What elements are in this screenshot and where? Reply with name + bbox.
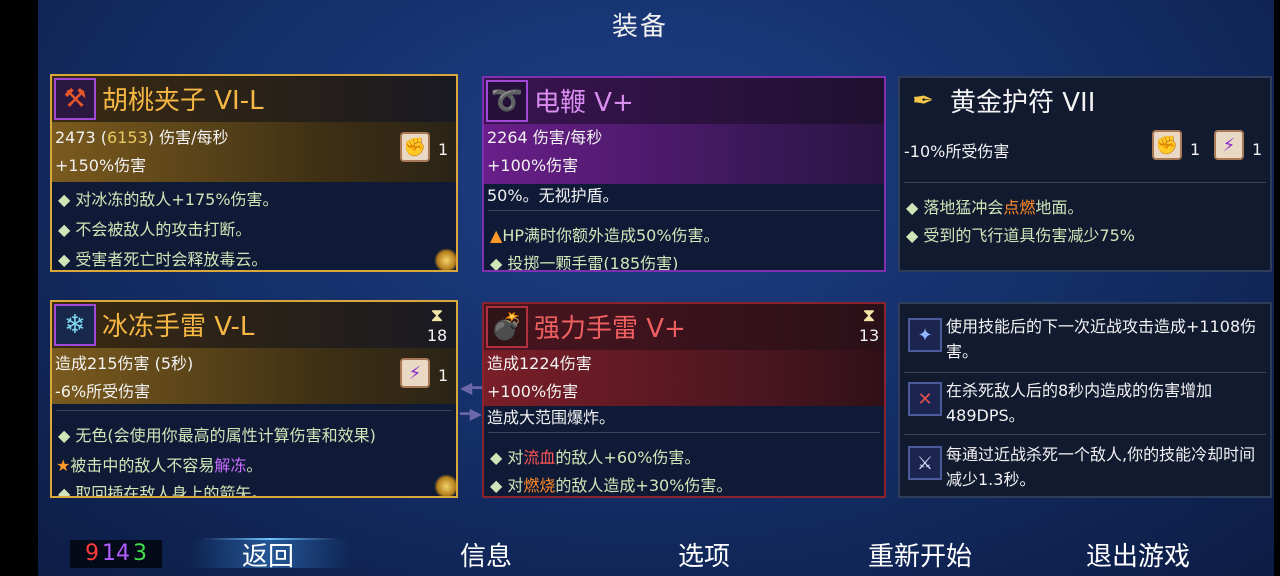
cooldown: ⧗ 18 <box>424 305 450 346</box>
hourglass-icon: ⧗ <box>862 305 876 326</box>
mutation-text: 在杀死敌人后的8秒内造成的伤害增加489DPS。 <box>946 381 1213 425</box>
affix-line: ◆ 受害者死亡时会释放毒云。 <box>58 250 268 269</box>
item-name: 电鞭 V+ <box>534 88 634 118</box>
affix-line: ◆ 取回插在敌人身上的箭矢。 <box>58 484 268 498</box>
affix-line: ◆ 受到的飞行道具伤害减少75% <box>906 226 1135 245</box>
item-name: 黄金护符 VII <box>950 88 1096 118</box>
melee-cooldown-icon: ⚔ <box>908 446 942 480</box>
item-dps: 2473 (6153) 伤害/每秒 <box>55 128 229 147</box>
left-letterbox <box>0 0 38 576</box>
nutcracker-weapon-icon: ⚒ <box>54 78 96 120</box>
affix-line: ◆ 对燃烧的敌人造成+30%伤害。 <box>490 476 733 495</box>
brutality-scroll-icon: ✊ <box>400 132 430 162</box>
swap-right-arrow-icon: ━▶ <box>460 404 482 423</box>
survival-stat: 3 <box>133 541 147 566</box>
divider <box>904 434 1266 435</box>
equipment-card-skill-2[interactable]: 💣 强力手雷 V+ ⧗ 13 造成1224伤害 +100%伤害 造成大范围爆炸。 … <box>482 302 886 498</box>
divider <box>488 210 880 211</box>
right-letterbox <box>1274 0 1280 576</box>
combo-skill-icon: ✦ <box>908 318 942 352</box>
menu-options-button[interactable]: 选项 <box>678 536 730 573</box>
equipment-card-secondary-weapon[interactable]: ➰ 电鞭 V+ 2264 伤害/每秒 +100%伤害 50%。无视护盾。 ▲HP… <box>482 76 886 272</box>
affix-line: ◆ 不会被敌人的攻击打断。 <box>58 220 252 239</box>
brutality-scroll-icon: ✊ <box>1152 130 1182 160</box>
affix-line: ★被击中的敌人不容易解冻。 <box>56 456 263 475</box>
mutation-text: 每通过近战杀死一个敌人,你的技能冷却时间减少1.3秒。 <box>946 445 1256 489</box>
equipment-card-skill-1[interactable]: ❄ 冰冻手雷 V-L ⧗ 18 造成215伤害 (5秒) -6%所受伤害 ⚡ 1 … <box>50 300 458 498</box>
item-name: 强力手雷 V+ <box>534 314 686 344</box>
kill-rhythm-icon: ✕ <box>908 382 942 416</box>
golden-amulet-icon: ✒ <box>912 86 934 116</box>
menu-back-button[interactable]: 返回 <box>242 536 294 573</box>
affix-line: ▲HP满时你额外造成50%伤害。 <box>490 226 720 245</box>
equipment-card-amulet[interactable]: ✒ 黄金护符 VII -10%所受伤害 ✊ 1 ⚡ 1 ◆ 落地猛冲会点燃地面。… <box>898 76 1272 272</box>
item-effect: 50%。无视护盾。 <box>487 186 619 205</box>
stats-display: 9 14 3 <box>70 540 162 568</box>
item-damage: 造成1224伤害 <box>487 354 592 373</box>
affix-line: ◆ 对流血的敌人+60%伤害。 <box>490 448 701 467</box>
divider <box>56 410 452 411</box>
menu-quit-button[interactable]: 退出游戏 <box>1086 536 1190 573</box>
item-damage-bonus: +100%伤害 <box>487 382 579 401</box>
cooldown: ⧗ 13 <box>856 305 882 346</box>
item-name: 胡桃夹子 VI-L <box>102 86 264 116</box>
affix-line: ◆ 落地猛冲会点燃地面。 <box>906 198 1084 217</box>
item-stat: -10%所受伤害 <box>904 142 1010 161</box>
item-damage: 造成215伤害 (5秒) <box>55 354 194 373</box>
affix-line: ◆ 投掷一颗手雷(185伤害) <box>490 254 679 272</box>
mutation-row[interactable]: ✦ 使用技能后的下一次近战攻击造成+1108伤害。 <box>904 308 1270 366</box>
swap-left-arrow-icon: ◀━ <box>460 378 482 397</box>
menu-info-button[interactable]: 信息 <box>460 536 512 573</box>
menu-restart-button[interactable]: 重新开始 <box>868 536 972 573</box>
item-name: 冰冻手雷 V-L <box>102 312 255 342</box>
affix-line: ◆ 对冰冻的敌人+175%伤害。 <box>58 190 279 209</box>
scroll-count: 1 <box>1190 140 1201 159</box>
legendary-corner-gem <box>432 246 456 270</box>
electric-whip-icon: ➰ <box>486 80 528 122</box>
scroll-count: 1 <box>438 366 449 385</box>
scroll-count: 1 <box>1252 140 1263 159</box>
mutation-row[interactable]: ⚔ 每通过近战杀死一个敌人,你的技能冷却时间减少1.3秒。 <box>904 436 1270 494</box>
tactics-scroll-icon: ⚡ <box>1214 130 1244 160</box>
hourglass-icon: ⧗ <box>430 305 444 326</box>
affix-line: ◆ 无色(会使用你最高的属性计算伤害和效果) <box>58 426 376 445</box>
tactics-stat: 14 <box>102 541 130 566</box>
divider <box>488 432 880 433</box>
divider <box>904 182 1266 183</box>
item-stat: -6%所受伤害 <box>55 382 151 401</box>
equipment-card-main-weapon[interactable]: ⚒ 胡桃夹子 VI-L 2473 (6153) 伤害/每秒 +150%伤害 ✊ … <box>50 74 458 272</box>
brutality-stat: 9 <box>85 541 99 566</box>
page-title: 装备 <box>611 12 668 42</box>
mutation-text: 使用技能后的下一次近战攻击造成+1108伤害。 <box>946 317 1257 361</box>
item-dps: 2264 伤害/每秒 <box>487 128 603 147</box>
tactics-scroll-icon: ⚡ <box>400 358 430 388</box>
powerful-grenade-icon: 💣 <box>486 306 528 348</box>
legendary-corner-gem <box>432 472 456 496</box>
item-damage-bonus: +100%伤害 <box>487 156 579 175</box>
mutation-row[interactable]: ✕ 在杀死敌人后的8秒内造成的伤害增加489DPS。 <box>904 372 1270 430</box>
item-damage-bonus: +150%伤害 <box>55 156 147 175</box>
mutations-panel: ✦ 使用技能后的下一次近战攻击造成+1108伤害。 ✕ 在杀死敌人后的8秒内造成… <box>898 302 1272 498</box>
item-effect: 造成大范围爆炸。 <box>487 408 616 427</box>
scroll-count: 1 <box>438 140 449 159</box>
ice-grenade-icon: ❄ <box>54 304 96 346</box>
